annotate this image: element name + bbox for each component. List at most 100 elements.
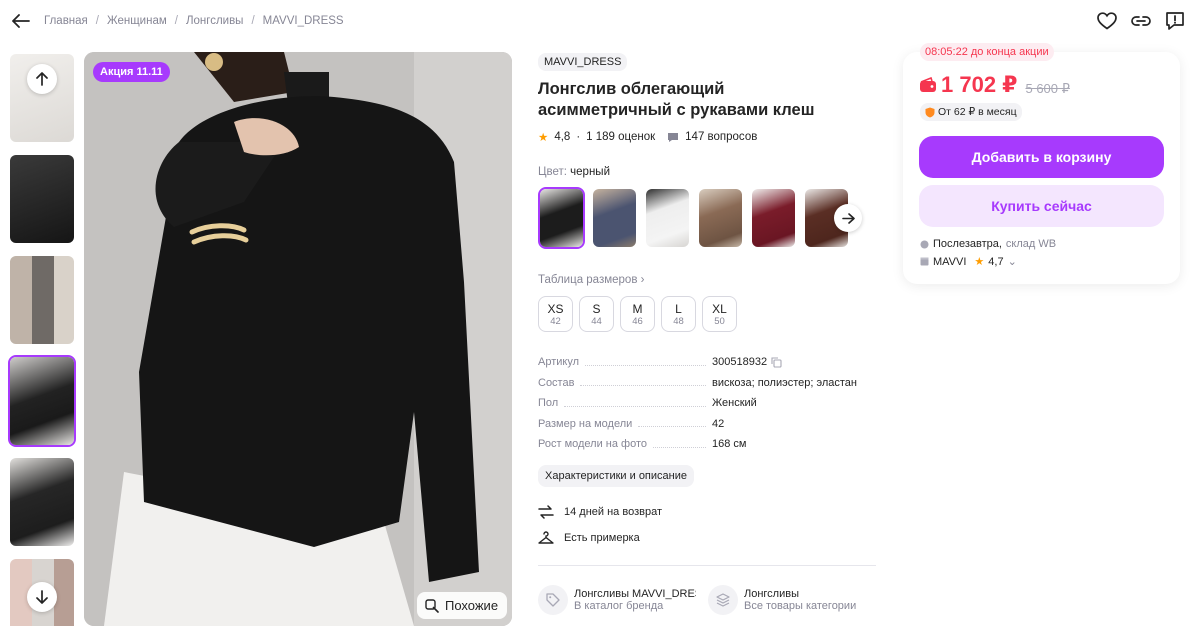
brand-catalog-link[interactable]: Лонгсливы MAVVI_DRESS В каталог бренда <box>538 584 696 615</box>
thumbnail[interactable] <box>8 153 76 245</box>
perk-return: 14 дней на возврат <box>538 503 878 521</box>
questions-count[interactable]: 147 вопросов <box>685 131 757 143</box>
current-price: 1 702 ₽ <box>919 72 1017 98</box>
breadcrumb-brand[interactable]: MAVVI_DRESS <box>263 15 344 27</box>
installment-badge[interactable]: От 62 ₽ в месяц <box>920 103 1022 121</box>
color-swatch-selected[interactable] <box>538 187 585 249</box>
report-icon <box>1166 12 1184 30</box>
arrow-right-icon <box>841 212 855 224</box>
breadcrumb: Главная / Женщинам / Лонгсливы / MAVVI_D… <box>44 15 344 27</box>
star-icon: ★ <box>538 132 549 144</box>
star-icon: ★ <box>974 256 985 268</box>
brand-chip[interactable]: MAVVI_DRESS <box>538 53 628 71</box>
rating-value[interactable]: 4,8 <box>554 131 570 143</box>
perk-fitting: Есть примерка <box>538 529 878 547</box>
category-link[interactable]: Лонгсливы Все товары категории <box>708 584 866 615</box>
rating-separator: · <box>576 131 581 143</box>
color-swatch[interactable] <box>591 187 638 249</box>
category-links: Лонгсливы MAVVI_DRESS В каталог бренда Ло… <box>538 584 878 615</box>
chevron-down-icon[interactable]: ⌄ <box>1008 255 1017 268</box>
return-icon <box>538 504 554 519</box>
store-icon <box>920 257 929 266</box>
questions-icon <box>668 132 679 142</box>
spec-row: Рост модели на фото 168 см <box>538 438 747 451</box>
breadcrumb-separator: / <box>251 15 255 27</box>
specs-table: Артикул 300518932 Состав вискоза; полиэсте… <box>538 352 878 455</box>
size-option[interactable]: XS 42 <box>538 296 573 332</box>
delivery-row: Послезавтра, склад WB <box>920 238 1056 250</box>
divider <box>538 564 876 566</box>
favorite-button[interactable] <box>1096 10 1118 32</box>
main-product-image[interactable] <box>84 52 512 626</box>
arrow-left-icon <box>12 14 30 28</box>
size-table-link[interactable]: Таблица размеров › <box>538 274 878 286</box>
similar-search-icon <box>425 598 439 613</box>
reviews-count[interactable]: 1 189 оценок <box>586 131 655 143</box>
price-row: 1 702 ₽ 5 600 ₽ <box>919 72 1070 98</box>
hanger-icon <box>538 530 554 544</box>
box-icon <box>920 240 929 248</box>
breadcrumb-separator: / <box>174 15 178 27</box>
promo-badge: Акция 11.11 <box>93 62 170 82</box>
size-option[interactable]: XL 50 <box>702 296 737 332</box>
delivery-date: Послезавтра, <box>933 238 1002 250</box>
thumbnail[interactable] <box>8 456 76 548</box>
thumbnail-selected[interactable] <box>8 355 76 447</box>
report-button[interactable] <box>1164 10 1186 32</box>
timer-value: 08:05:22 <box>925 46 968 58</box>
link-icon <box>1131 16 1151 26</box>
product-info: MAVVI_DRESS Лонгслив облегающий асимметр… <box>538 52 878 615</box>
seller-rating: 4,7 <box>988 255 1004 268</box>
breadcrumb-home[interactable]: Главная <box>44 15 88 27</box>
chevron-right-icon: › <box>640 274 645 286</box>
tag-icon <box>546 592 560 607</box>
size-option[interactable]: M 46 <box>620 296 655 332</box>
seller-info: Послезавтра, склад WB MAVVI ★ 4,7 ⌄ <box>920 238 1056 268</box>
heart-icon <box>1097 12 1117 30</box>
thumbnail[interactable] <box>8 254 76 346</box>
seller-row[interactable]: MAVVI ★ 4,7 ⌄ <box>920 255 1056 268</box>
color-swatch[interactable] <box>697 187 744 249</box>
breadcrumb-longsleeves[interactable]: Лонгсливы <box>186 15 244 27</box>
color-swatch[interactable] <box>750 187 797 249</box>
rating-row: ★ 4,8 · 1 189 оценок 147 вопросов <box>538 130 878 144</box>
shield-icon <box>925 107 935 117</box>
breadcrumb-women[interactable]: Женщинам <box>107 15 167 27</box>
product-title: Лонгслив облегающий асимметричный с рука… <box>538 80 815 119</box>
color-label: Цвет: черный <box>538 166 610 178</box>
wallet-icon <box>920 77 936 92</box>
size-option[interactable]: L 48 <box>661 296 696 332</box>
buy-now-button[interactable]: Купить сейчас <box>919 185 1164 227</box>
timer-label: до конца акции <box>970 46 1049 58</box>
swatches-next-button[interactable] <box>834 204 862 232</box>
share-link-button[interactable] <box>1130 10 1152 32</box>
back-button[interactable] <box>10 10 32 32</box>
spec-row: Размер на модели 42 <box>538 417 725 430</box>
seller-name[interactable]: MAVVI <box>933 256 966 268</box>
thumbnail-list <box>8 52 78 626</box>
arrow-up-icon <box>36 72 48 86</box>
article-number[interactable]: 300518932 <box>712 356 767 368</box>
similar-button[interactable]: Похожие <box>417 592 508 619</box>
copy-icon[interactable] <box>771 357 782 368</box>
spec-row: Пол Женский <box>538 397 757 410</box>
promo-timer: 08:05:22 до конца акции <box>920 43 1054 61</box>
size-option[interactable]: S 44 <box>579 296 614 332</box>
old-price: 5 600 ₽ <box>1025 81 1070 96</box>
breadcrumb-separator: / <box>95 15 99 27</box>
thumbnails-scroll-down[interactable] <box>27 582 57 612</box>
size-options: XS 42 S 44 M 46 L 48 XL 50 <box>538 296 878 332</box>
color-value: черный <box>570 166 610 178</box>
similar-button-label: Похожие <box>445 598 499 613</box>
arrow-down-icon <box>36 590 48 604</box>
layers-icon <box>716 592 730 607</box>
thumbnails-scroll-up[interactable] <box>27 64 57 94</box>
add-to-cart-button[interactable]: Добавить в корзину <box>919 136 1164 178</box>
spec-row: Состав вискоза; полиэстер; эластан <box>538 376 857 389</box>
color-swatches <box>538 187 878 249</box>
model-photo <box>84 52 512 626</box>
delivery-warehouse: склад WB <box>1005 238 1057 250</box>
color-swatch[interactable] <box>644 187 691 249</box>
description-link[interactable]: Характеристики и описание <box>538 464 694 487</box>
spec-row: Артикул 300518932 <box>538 352 878 373</box>
